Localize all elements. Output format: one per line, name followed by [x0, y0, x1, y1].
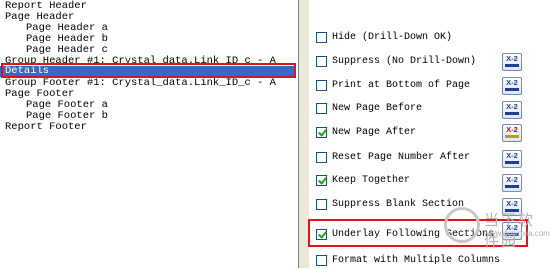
option-checkbox[interactable]: [316, 255, 327, 266]
option-row[interactable]: Hide (Drill-Down OK): [316, 30, 496, 46]
option-row[interactable]: Reset Page Number After: [316, 150, 496, 166]
formula-icon-bar: [505, 64, 519, 67]
formula-icon: X-2: [506, 78, 518, 87]
option-label: Reset Page Number After: [332, 152, 471, 163]
option-checkbox[interactable]: [316, 127, 327, 138]
formula-button[interactable]: X-2: [502, 101, 522, 119]
option-row[interactable]: Format with Multiple Columns: [316, 253, 500, 269]
formula-icon-bar: [505, 88, 519, 91]
option-checkbox[interactable]: [316, 80, 327, 91]
option-label: Suppress (No Drill-Down): [332, 56, 477, 67]
formula-icon-bar: [505, 112, 519, 115]
option-row[interactable]: Underlay Following Sections: [316, 227, 496, 243]
option-label: Hide (Drill-Down OK): [332, 32, 453, 43]
option-checkbox[interactable]: [316, 103, 327, 114]
formula-icon-bar: [505, 185, 519, 188]
formula-icon: X-2: [506, 175, 518, 184]
formula-icon-bar: [505, 233, 519, 236]
option-row[interactable]: Suppress Blank Section: [316, 197, 496, 213]
option-label: Print at Bottom of Page: [332, 80, 471, 91]
panel-splitter[interactable]: [298, 0, 310, 268]
option-checkbox[interactable]: [316, 175, 327, 186]
formula-icon: X-2: [506, 102, 518, 111]
option-row[interactable]: New Page Before: [316, 101, 496, 117]
option-row[interactable]: Suppress (No Drill-Down): [316, 54, 496, 70]
formula-icon-bar: [505, 209, 519, 212]
formula-button[interactable]: X-2: [502, 150, 522, 168]
formula-button[interactable]: X-2: [502, 174, 522, 192]
formula-button[interactable]: X-2: [502, 77, 522, 95]
option-label: Keep Together: [332, 175, 411, 186]
section-options-panel: Hide (Drill-Down OK) Suppress (No Drill-D…: [310, 0, 550, 268]
formula-button[interactable]: X-2: [502, 198, 522, 216]
sections-list[interactable]: Report Header Page Header Page Header a Pag…: [0, 0, 298, 268]
formula-button[interactable]: X-2: [502, 222, 522, 240]
formula-icon: X-2: [506, 223, 518, 232]
formula-icon-bar: [505, 135, 519, 138]
formula-icon: X-2: [506, 125, 518, 134]
option-label: Suppress Blank Section: [332, 199, 465, 210]
formula-icon: X-2: [506, 199, 518, 208]
formula-button[interactable]: X-2: [502, 124, 522, 142]
option-label: New Page After: [332, 127, 417, 138]
option-label: New Page Before: [332, 103, 423, 114]
section-item[interactable]: Report Footer: [0, 122, 296, 133]
formula-icon: X-2: [506, 151, 518, 160]
option-row[interactable]: New Page After: [316, 125, 496, 141]
formula-button[interactable]: X-2: [502, 53, 522, 71]
formula-icon-bar: [505, 161, 519, 164]
option-row[interactable]: Keep Together: [316, 173, 496, 189]
option-label: Format with Multiple Columns: [332, 255, 501, 266]
option-label: Underlay Following Sections: [332, 229, 495, 240]
option-checkbox[interactable]: [316, 56, 327, 67]
section-item[interactable]: Details: [0, 66, 296, 77]
option-checkbox[interactable]: [316, 199, 327, 210]
option-row[interactable]: Print at Bottom of Page: [316, 78, 496, 94]
option-checkbox[interactable]: [316, 229, 327, 240]
option-checkbox[interactable]: [316, 32, 327, 43]
formula-icon: X-2: [506, 54, 518, 63]
option-checkbox[interactable]: [316, 152, 327, 163]
